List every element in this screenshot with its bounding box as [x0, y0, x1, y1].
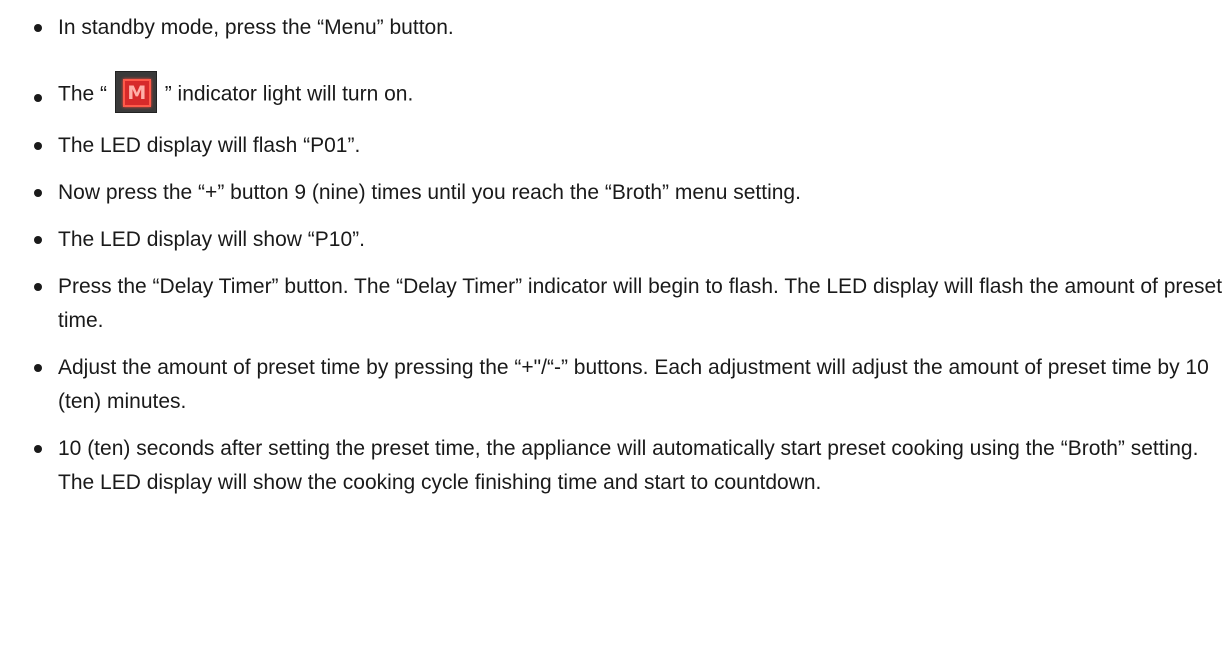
- bullet-icon: [34, 94, 42, 102]
- instruction-text: The LED display will show “P10”.: [58, 228, 365, 251]
- instruction-document: In standby mode, press the “Menu” button…: [0, 0, 1229, 648]
- instruction-text: The “ M ” indicator light will turn on.: [58, 71, 1223, 113]
- instruction-text: The LED display will flash “P01”.: [58, 134, 361, 157]
- instruction-text: Adjust the amount of preset time by pres…: [58, 356, 1209, 413]
- bullet-icon: [34, 189, 42, 197]
- bullet-icon: [34, 283, 42, 291]
- bullet-icon: [34, 142, 42, 150]
- bullet-icon: [34, 364, 42, 372]
- instruction-text: Now press the “+” button 9 (nine) times …: [58, 181, 801, 204]
- list-item: The “ M ” indicator light will turn on.: [0, 70, 1229, 118]
- bullet-icon: [34, 445, 42, 453]
- instruction-text: In standby mode, press the “Menu” button…: [58, 16, 454, 39]
- instruction-text: 10 (ten) seconds after setting the prese…: [58, 437, 1199, 494]
- instruction-text-after: ” indicator light will turn on.: [164, 82, 414, 106]
- instruction-text-before: The “: [58, 82, 108, 106]
- instruction-text: Press the “Delay Timer” button. The “Del…: [58, 275, 1223, 332]
- menu-m-indicator-icon: M: [114, 71, 157, 113]
- bullet-icon: [34, 236, 42, 244]
- menu-icon-letter: M: [127, 82, 147, 104]
- bullet-icon: [34, 24, 42, 32]
